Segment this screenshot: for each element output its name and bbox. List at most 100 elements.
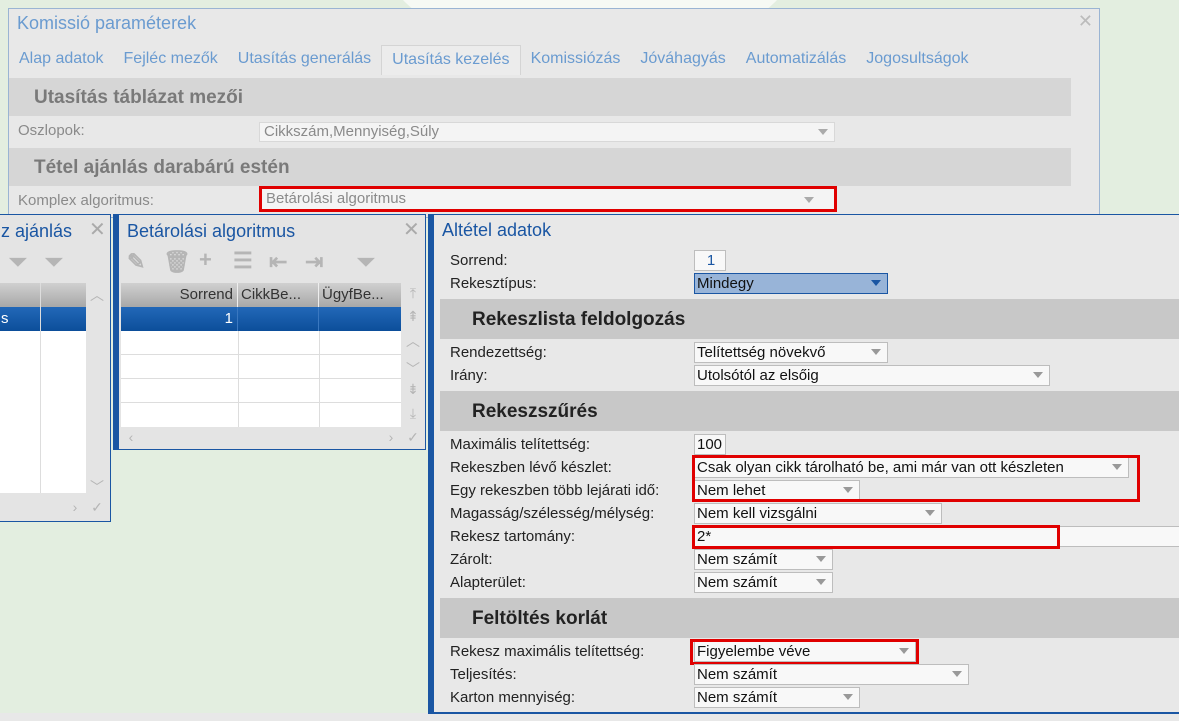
rendezettseg-label: Rendezettség: — [450, 344, 547, 361]
max-telitettseg-field[interactable]: 100 — [694, 434, 726, 455]
ajanlas-panel: z ajánlás ✕ ⏷ ⏷ s ︿ ﹀ › ✓ — [0, 214, 111, 522]
page-up-icon[interactable]: ⇞ — [403, 308, 423, 325]
rekesztipus-select[interactable]: Mindegy — [694, 273, 888, 294]
close-icon[interactable]: ✕ — [1078, 11, 1093, 32]
close-icon[interactable]: ✕ — [403, 217, 420, 242]
section-header: Tétel ajánlás darabárú estén — [9, 148, 1071, 186]
row-divider — [121, 378, 401, 379]
grid-header: Sorrend CikkBe... ÜgyfBe... — [121, 283, 401, 307]
alapterulet-label: Alapterület: — [450, 574, 526, 591]
close-icon[interactable]: ✕ — [89, 217, 106, 242]
highlight-box — [690, 639, 919, 665]
scroll-top-icon[interactable]: ⤒ — [403, 285, 423, 302]
komplex-value: Betárolási algoritmus — [266, 190, 407, 207]
komissio-parameters-dialog: Komissió paraméterek ✕ Alap adatok Fejlé… — [8, 8, 1100, 218]
page-down-icon[interactable]: ⇟ — [403, 381, 423, 398]
dropdown-arrow-icon — [816, 579, 826, 585]
move-up-icon[interactable]: ⇤ — [269, 249, 287, 275]
filter-icon[interactable]: ⏷ — [9, 249, 27, 275]
rendezettseg-select[interactable]: Telítettség növekvő — [694, 342, 888, 363]
list-icon[interactable]: ☰ — [233, 248, 253, 274]
section-header: Feltöltés korlát — [440, 598, 1179, 638]
column-header-sorrend[interactable]: Sorrend — [121, 283, 238, 307]
meret-select[interactable]: Nem kell vizsgálni — [694, 503, 942, 524]
dropdown-arrow-icon — [804, 197, 814, 203]
data-grid[interactable]: Sorrend CikkBe... ÜgyfBe... 1 — [121, 283, 401, 427]
highlight-box — [692, 525, 1060, 549]
dialog-title: Komissió paraméterek — [17, 13, 197, 33]
tab-utasitas-generalas[interactable]: Utasítás generálás — [228, 45, 381, 75]
add-icon[interactable]: + — [199, 247, 212, 273]
oszlopok-label: Oszlopok: — [18, 122, 85, 139]
irany-label: Irány: — [450, 367, 488, 384]
dropdown-arrow-icon — [871, 349, 881, 355]
row-divider — [121, 354, 401, 355]
teljesites-select[interactable]: Nem számít — [694, 664, 969, 685]
scroll-up-icon[interactable]: ︿ — [87, 285, 107, 305]
karton-value: Nem számít — [697, 689, 778, 706]
scroll-right-icon[interactable]: › — [65, 499, 85, 515]
max-telitettseg-label: Maximális telítettség: — [450, 436, 591, 453]
tab-fejlec-mezok[interactable]: Fejléc mezők — [114, 45, 228, 75]
move-down-icon[interactable]: ⇥ — [305, 249, 323, 275]
scroll-down-icon[interactable]: ﹀ — [403, 359, 423, 379]
rekesz-max-label: Rekesz maximális telítettség: — [450, 643, 645, 660]
oszlopok-select[interactable]: Cikkszám,Mennyiség,Súly — [259, 122, 835, 142]
rekesztipus-label: Rekesztípus: — [450, 275, 537, 292]
cell-cikkbe — [238, 307, 319, 331]
zarolt-value: Nem számít — [697, 551, 778, 568]
rendezettseg-value: Telítettség növekvő — [697, 344, 826, 361]
karton-select[interactable]: Nem számít — [694, 687, 860, 708]
confirm-icon[interactable]: ✓ — [403, 429, 423, 446]
alapterulet-select[interactable]: Nem számít — [694, 572, 833, 593]
meret-value: Nem kell vizsgálni — [697, 505, 818, 522]
data-grid[interactable]: s — [0, 283, 86, 493]
column-divider — [40, 283, 41, 493]
scroll-right-icon[interactable]: › — [381, 429, 401, 445]
zarolt-label: Zárolt: — [450, 551, 493, 568]
column-header-cikkbe[interactable]: CikkBe... — [238, 283, 319, 307]
lejarat-label: Egy rekeszben több lejárati idő: — [450, 482, 660, 499]
scroll-bottom-icon[interactable]: ⤓ — [403, 405, 423, 422]
dropdown-arrow-icon — [816, 556, 826, 562]
column-divider — [238, 331, 239, 427]
tab-jogosultsagok[interactable]: Jogosultságok — [856, 45, 978, 75]
status-strip — [0, 713, 1179, 721]
highlight-box — [692, 455, 1140, 502]
panel-title: Betárolási algoritmus — [127, 221, 296, 241]
komplex-label: Komplex algoritmus: — [18, 192, 154, 209]
edit-icon[interactable]: ✎ — [127, 249, 145, 275]
zarolt-select[interactable]: Nem számít — [694, 549, 833, 570]
scroll-down-icon[interactable]: ﹀ — [87, 477, 107, 497]
scroll-up-icon[interactable]: ︿ — [403, 331, 423, 351]
filter-clear-icon[interactable]: ⏷ — [45, 249, 63, 275]
tab-automatizalas[interactable]: Automatizálás — [736, 45, 857, 75]
delete-icon[interactable]: 🗑 — [163, 249, 191, 275]
tartomany-label: Rekesz tartomány: — [450, 528, 576, 545]
table-row[interactable]: 1 — [121, 307, 401, 331]
filter-icon[interactable]: ⏷ — [357, 249, 375, 275]
section-header: Rekeszszűrés — [440, 391, 1179, 431]
cell-ugyfbe — [319, 307, 399, 331]
karton-label: Karton mennyiség: — [450, 689, 576, 706]
dropdown-arrow-icon — [925, 510, 935, 516]
keszlet-label: Rekeszben lévő készlet: — [450, 459, 612, 476]
tab-jovahagyas[interactable]: Jóváhagyás — [630, 45, 735, 75]
tab-komissiozas[interactable]: Komissiózás — [521, 45, 631, 75]
betarolasi-algoritmus-panel: Betárolási algoritmus ✕ ✎ 🗑 + ☰ ⇤ ⇥ ⏷ So… — [113, 214, 426, 450]
table-row-selected[interactable]: s — [0, 307, 86, 331]
alapterulet-value: Nem számít — [697, 574, 778, 591]
dropdown-arrow-icon — [818, 129, 828, 135]
tab-alap-adatok[interactable]: Alap adatok — [9, 45, 114, 75]
tab-utasitas-kezeles[interactable]: Utasítás kezelés — [381, 45, 521, 75]
confirm-icon[interactable]: ✓ — [87, 499, 107, 516]
meret-label: Magasság/szélesség/mélység: — [450, 505, 655, 522]
scroll-left-icon[interactable]: ‹ — [121, 429, 141, 445]
komplex-algoritmus-select[interactable]: Betárolási algoritmus — [259, 186, 837, 212]
teljesites-label: Teljesítés: — [450, 666, 517, 683]
rekesztipus-value: Mindegy — [697, 275, 754, 292]
sorrend-field[interactable]: 1 — [694, 250, 726, 271]
column-header-ugyfbe[interactable]: ÜgyfBe... — [319, 283, 399, 307]
irany-select[interactable]: Utolsótól az elsőig — [694, 365, 1050, 386]
dropdown-arrow-icon — [1033, 372, 1043, 378]
